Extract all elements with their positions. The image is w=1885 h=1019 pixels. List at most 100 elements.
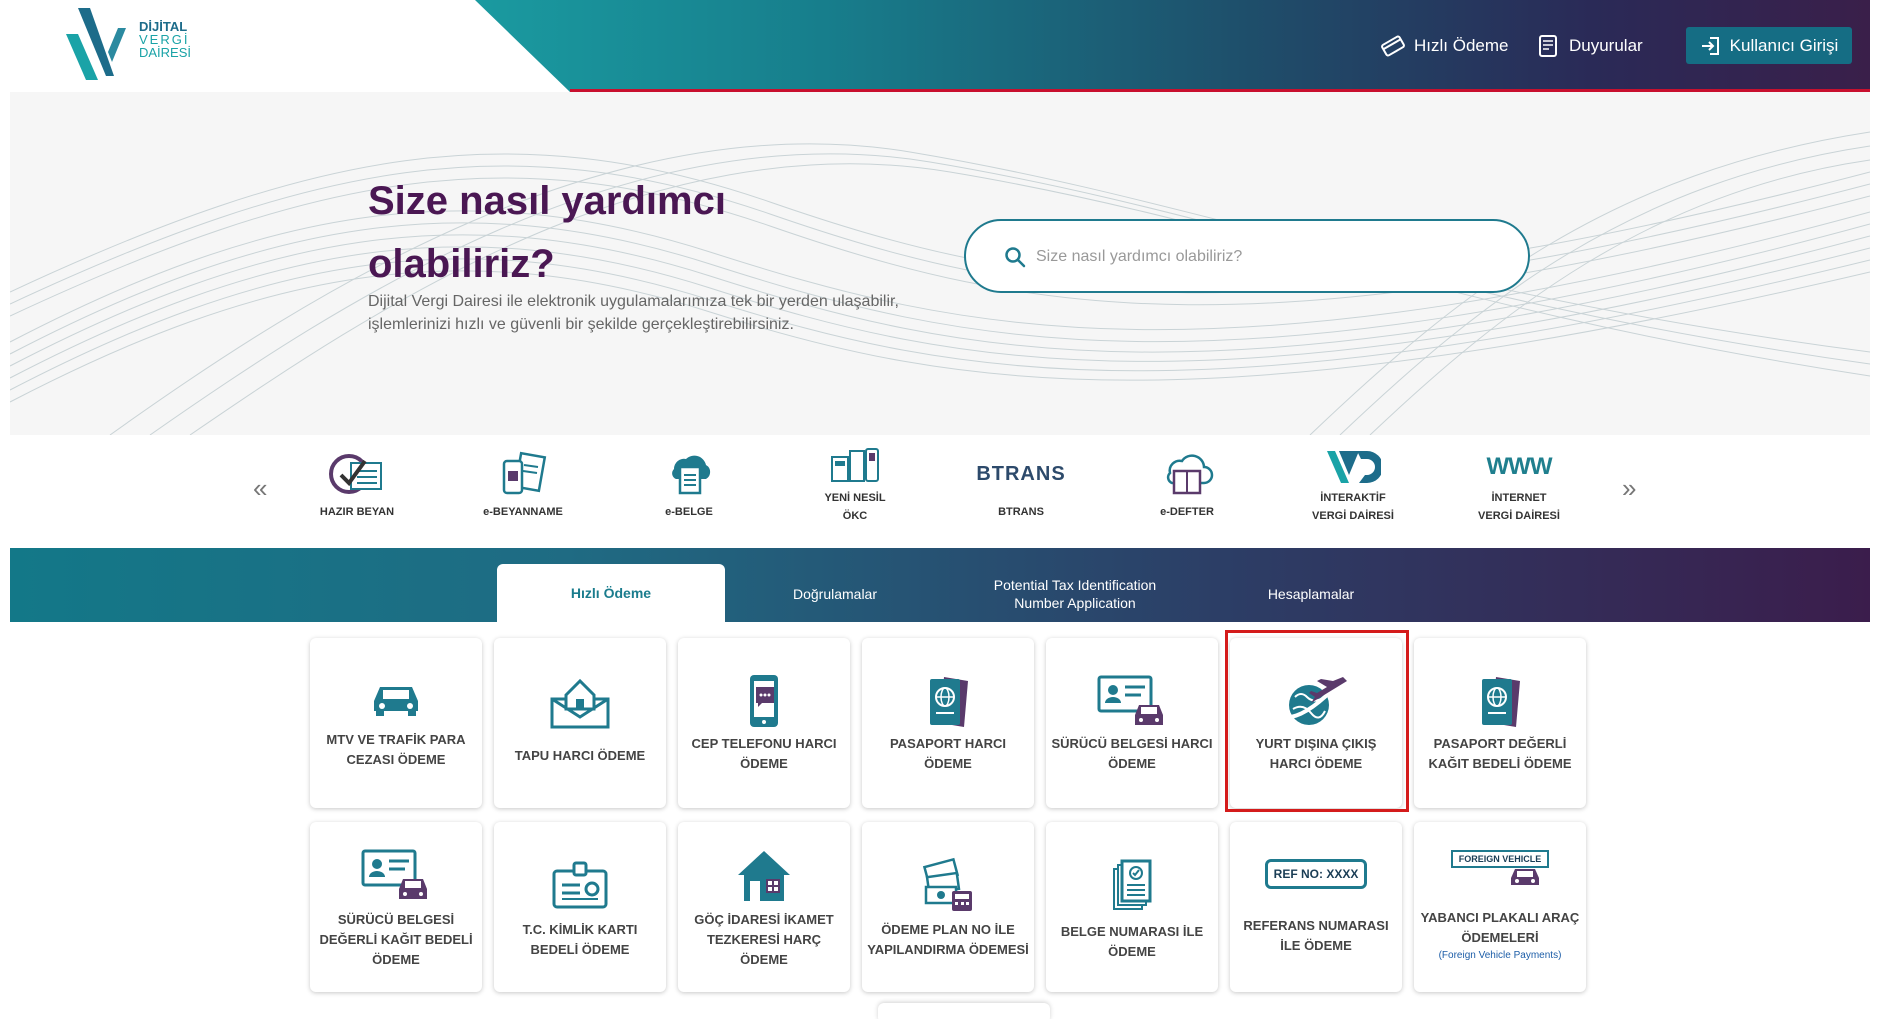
card-referans-numarasi[interactable]: REF NO: XXXX REFERANS NUMARASI İLE ÖDEME — [1230, 822, 1402, 992]
card-belge-numarasi[interactable]: BELGE NUMARASI İLE ÖDEME — [1046, 822, 1218, 992]
nav-duyurular-item[interactable]: Duyurular — [1535, 33, 1643, 59]
card-label-group: YABANCI PLAKALI ARAÇ ÖDEMELERİ (Foreign … — [1418, 908, 1582, 964]
card-partial-next-row[interactable] — [878, 1003, 1050, 1019]
carousel-label: e-BELGE — [665, 506, 713, 518]
document-phone-icon — [502, 451, 547, 495]
hero-section: Size nasıl yardımcı olabiliriz? Dijital … — [10, 92, 1870, 435]
carousel-label-line1: İNTERAKTİF — [1320, 492, 1386, 504]
card-odeme-plan-no[interactable]: ÖDEME PLAN NO İLE YAPILANDIRMA ÖDEMESİ — [862, 822, 1034, 992]
apps-carousel: « HAZIR BEYAN e-BEYANNAME e-BELGE YENİ N… — [10, 435, 1870, 548]
content: DİJİTAL VERGİ DAİRESİ Hızlı Ödeme Duyuru… — [10, 0, 1870, 1019]
btrans-logo: BTRANS — [976, 462, 1066, 485]
credit-card-icon — [1381, 35, 1405, 57]
carousel-item-internet-vergi-dairesi[interactable]: WWW İNTERNET VERGİ DAİRESİ — [1444, 445, 1594, 540]
card-label: GÖÇ İDARESİ İKAMET TEZKERESİ HARÇ ÖDEME — [694, 912, 834, 967]
carousel-item-e-defter[interactable]: e-DEFTER — [1112, 445, 1262, 540]
nav-hizli-odeme-item[interactable]: Hızlı Ödeme — [1380, 33, 1508, 59]
card-mtv-trafik[interactable]: MTV VE TRAFİK PARA CEZASI ÖDEME — [310, 638, 482, 808]
announcement-icon — [1539, 35, 1557, 57]
card-label: BELGE NUMARASI İLE ÖDEME — [1060, 924, 1204, 959]
hero-wave-lines — [10, 131, 1870, 435]
carousel-label: BTRANS — [998, 506, 1044, 518]
card-label: PASAPORT HARCI ÖDEME — [889, 736, 1007, 771]
cloud-book-icon — [1166, 454, 1214, 495]
header: DİJİTAL VERGİ DAİRESİ Hızlı Ödeme Duyuru… — [10, 0, 1870, 92]
carousel-label-line1: YENİ NESİL — [824, 492, 886, 504]
carousel-label: e-DEFTER — [1160, 506, 1214, 518]
ref-no-icon: REF NO: XXXX — [1264, 859, 1368, 889]
nav-hizli-odeme-label: Hızlı Ödeme — [1414, 36, 1509, 55]
tab-hesaplamalar[interactable]: Hesaplamalar — [1206, 566, 1416, 622]
card-surucu-belgesi-degerli-kagit[interactable]: SÜRÜCÜ BELGESİ DEĞERLİ KAĞIT BEDELİ ÖDEM… — [310, 822, 482, 992]
card-tc-kimlik-karti[interactable]: T.C. KİMLİK KARTI BEDELİ ÖDEME — [494, 822, 666, 992]
login-icon — [1701, 36, 1719, 55]
card-pasaport-degerli-kagit[interactable]: PASAPORT DEĞERLİ KAĞIT BEDELİ ÖDEME — [1414, 638, 1586, 808]
passport-icon — [930, 677, 968, 727]
tab-potential-tax-id-line1: Potential Tax Identification — [993, 577, 1157, 593]
card-label: YABANCI PLAKALI ARAÇ ÖDEMELERİ — [1420, 910, 1580, 945]
logo-line-3: DAİRESİ — [139, 45, 192, 60]
form-check-icon — [329, 454, 382, 494]
hero-subtitle: Dijital Vergi Dairesi ile elektronik uyg… — [368, 293, 899, 333]
carousel-label: e-BEYANNAME — [483, 506, 563, 518]
dvd-logo[interactable]: DİJİTAL VERGİ DAİRESİ — [64, 2, 264, 82]
dvd-logo-icon — [66, 8, 126, 80]
card-label: SÜRÜCÜ BELGESİ DEĞERLİ KAĞIT BEDELİ ÖDEM… — [319, 912, 473, 967]
search-input[interactable] — [1036, 243, 1496, 271]
login-button[interactable]: Kullanıcı Girişi — [1686, 27, 1852, 64]
search-box[interactable] — [964, 219, 1530, 293]
carousel-label-line2: VERGİ DAİRESİ — [1312, 510, 1394, 522]
passport-icon — [1482, 677, 1520, 727]
carousel-next-button[interactable]: » — [1622, 473, 1636, 504]
carousel-item-btrans[interactable]: BTRANS BTRANS — [946, 445, 1096, 540]
page: DİJİTAL VERGİ DAİRESİ Hızlı Ödeme Duyuru… — [0, 0, 1885, 1019]
login-button-label: Kullanıcı Girişi — [1729, 35, 1839, 55]
carousel-label-line1: İNTERNET — [1491, 492, 1547, 504]
card-surucu-belgesi-harci[interactable]: SÜRÜCÜ BELGESİ HARCI ÖDEME — [1046, 638, 1218, 808]
carousel-item-e-beyanname[interactable]: e-BEYANNAME — [448, 445, 598, 540]
header-band — [475, 0, 1870, 92]
highlight-box — [1225, 630, 1409, 812]
house-envelope-icon — [550, 678, 610, 729]
card-tapu-harci[interactable]: TAPU HARCI ÖDEME — [494, 638, 666, 808]
license-car-icon — [1097, 675, 1163, 725]
card-sub-label: (Foreign Vehicle Payments) — [1438, 950, 1562, 961]
card-label: TAPU HARCI ÖDEME — [514, 748, 646, 763]
card-label: T.C. KİMLİK KARTI BEDELİ ÖDEME — [522, 922, 638, 957]
money-calculator-icon — [922, 857, 972, 911]
tab-hizli-odeme[interactable]: Hızlı Ödeme — [497, 564, 725, 622]
hero-title: Size nasıl yardımcı olabiliriz? — [368, 179, 726, 286]
nav-duyurular[interactable]: Duyurular — [1535, 27, 1643, 65]
tab-potential-tax-id[interactable]: Potential Tax Identification Number Appl… — [950, 566, 1200, 622]
logo-text: DİJİTAL VERGİ DAİRESİ — [139, 20, 191, 59]
card-label: MTV VE TRAFİK PARA CEZASI ÖDEME — [326, 732, 466, 767]
house-building-icon — [738, 851, 790, 901]
tab-dogrulamalar[interactable]: Doğrulamalar — [730, 566, 940, 622]
card-pasaport-harci[interactable]: PASAPORT HARCI ÖDEME — [862, 638, 1034, 808]
carousel-item-interaktif-vergi-dairesi[interactable]: İNTERAKTİF VERGİ DAİRESİ — [1278, 445, 1428, 540]
carousel-item-yeni-nesil-okc[interactable]: YENİ NESİL ÖKC — [780, 445, 930, 540]
cloud-document-icon — [672, 455, 711, 495]
carousel-label: HAZIR BEYAN — [319, 506, 395, 518]
tabs-band: Hızlı Ödeme Doğrulamalar Potential Tax I… — [10, 548, 1870, 622]
carousel-label-line2: VERGİ DAİRESİ — [1478, 510, 1560, 522]
nav-duyurular-label: Duyurular — [1569, 36, 1643, 55]
car-icon — [1511, 869, 1539, 885]
card-yabanci-plakali-arac[interactable]: FOREIGN VEHICLE YABANCI PLAKALI ARAÇ ÖDE… — [1414, 822, 1586, 992]
www-logo: WWW — [1486, 453, 1553, 480]
card-goc-idaresi-ikamet[interactable]: GÖÇ İDARESİ İKAMET TEZKERESİ HARÇ ÖDEME — [678, 822, 850, 992]
carousel-label-line2: ÖKC — [842, 510, 868, 522]
carousel-prev-button[interactable]: « — [253, 473, 267, 504]
cash-register-icon — [831, 448, 879, 482]
card-label: PASAPORT DEĞERLİ KAĞIT BEDELİ ÖDEME — [1428, 736, 1572, 771]
card-cep-telefonu-harci[interactable]: CEP TELEFONU HARCI ÖDEME — [678, 638, 850, 808]
nav-hizli-odeme[interactable]: Hızlı Ödeme — [1380, 27, 1508, 65]
card-label: ÖDEME PLAN NO İLE YAPILANDIRMA ÖDEMESİ — [867, 922, 1029, 957]
mobile-phone-icon — [750, 675, 778, 727]
carousel-item-e-belge[interactable]: e-BELGE — [614, 445, 764, 540]
carousel-item-hazir-beyan[interactable]: HAZIR BEYAN — [282, 445, 432, 540]
document-stack-icon — [1113, 859, 1152, 910]
card-label: REFERANS NUMARASI İLE ÖDEME — [1243, 918, 1389, 953]
card-label: CEP TELEFONU HARCI ÖDEME — [691, 736, 837, 771]
vd-logo — [1327, 451, 1381, 483]
